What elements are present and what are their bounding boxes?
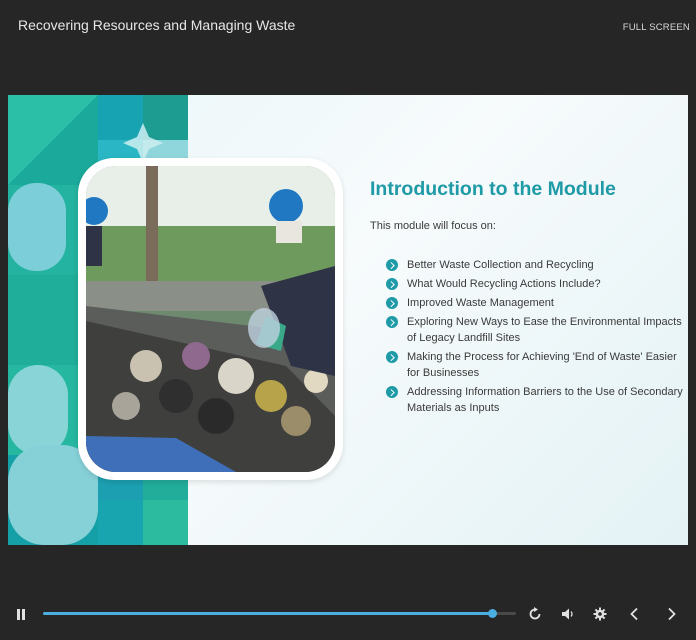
- module-intro: This module will focus on:: [370, 220, 496, 232]
- topic-text: Making the Process for Achieving 'End of…: [407, 351, 677, 379]
- next-icon[interactable]: [667, 607, 677, 621]
- topic-text: Addressing Information Barriers to the U…: [407, 386, 683, 414]
- course-title: Recovering Resources and Managing Waste: [18, 17, 296, 33]
- player-controls: [0, 595, 696, 635]
- chevron-right-icon: [386, 386, 398, 398]
- chevron-right-icon: [386, 351, 398, 363]
- topic-text: Improved Waste Management: [407, 297, 554, 309]
- fullscreen-button[interactable]: FULL SCREEN: [623, 22, 690, 33]
- seek-handle[interactable]: [487, 609, 497, 618]
- pause-icon[interactable]: [17, 609, 25, 620]
- volume-icon[interactable]: [561, 607, 575, 621]
- list-item: Making the Process for Achieving 'End of…: [386, 349, 686, 381]
- chevron-right-icon: [386, 316, 398, 328]
- settings-icon[interactable]: [593, 607, 607, 621]
- player-header: Recovering Resources and Managing Waste …: [0, 0, 696, 60]
- previous-icon[interactable]: [629, 607, 639, 621]
- list-item: Addressing Information Barriers to the U…: [386, 384, 686, 416]
- topic-text: Exploring New Ways to Ease the Environme…: [407, 316, 682, 344]
- topic-text: What Would Recycling Actions Include?: [407, 278, 601, 290]
- chevron-right-icon: [386, 278, 398, 290]
- chevron-right-icon: [386, 297, 398, 309]
- list-item: Exploring New Ways to Ease the Environme…: [386, 314, 686, 346]
- seek-bar[interactable]: [43, 609, 516, 618]
- list-item: Better Waste Collection and Recycling: [386, 257, 686, 273]
- module-title: Introduction to the Module: [370, 178, 616, 200]
- waste-sorting-photo: [86, 166, 335, 472]
- list-item: What Would Recycling Actions Include?: [386, 276, 686, 292]
- topic-text: Better Waste Collection and Recycling: [407, 259, 594, 271]
- slide: Introduction to the Module This module w…: [8, 95, 688, 545]
- photo-frame: [78, 158, 343, 480]
- topic-list: Better Waste Collection and Recycling Wh…: [386, 257, 686, 419]
- seek-progress: [43, 612, 493, 615]
- replay-icon[interactable]: [528, 607, 542, 621]
- list-item: Improved Waste Management: [386, 295, 686, 311]
- chevron-right-icon: [386, 259, 398, 271]
